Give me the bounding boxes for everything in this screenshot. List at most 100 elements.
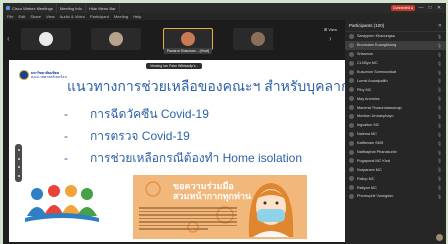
maximize-button[interactable]: □ — [427, 5, 433, 11]
menu-share[interactable]: Share — [30, 14, 41, 19]
avatar — [109, 32, 123, 46]
participant-name: Montion Ururanphayo — [357, 114, 394, 119]
participant-row[interactable]: May Anomics 🎙 — [345, 94, 446, 103]
participant-name: Kaiffaman SMS — [357, 141, 384, 146]
menu-audio-video[interactable]: Audio & Video — [60, 14, 85, 19]
chevron-left-icon[interactable]: ‹ — [7, 34, 10, 43]
participant-name: Natthaphat Phanakurlin — [357, 150, 397, 155]
microphone-icon[interactable]: 🎙 — [437, 87, 442, 92]
participant-row[interactable]: Ingvaiton MC 🎙 — [345, 121, 446, 130]
video-tile[interactable] — [21, 28, 71, 50]
menu-file[interactable]: File — [7, 14, 13, 19]
microphone-icon[interactable]: 🎙 — [437, 123, 442, 128]
user-icon — [349, 105, 354, 111]
close-button[interactable]: ✕ — [436, 5, 442, 11]
annotation-toolbar-handle[interactable] — [15, 144, 22, 182]
video-tile-active-speaker[interactable]: Pawarut Sinsuwan ...(Host) — [163, 28, 213, 54]
participant-row[interactable]: Pallop MC 🎙 — [345, 174, 446, 183]
avatar — [251, 32, 265, 46]
participant-name: Pallop MC — [357, 176, 375, 181]
participant-row[interactable]: Lumst Anuwipalith 🎙 — [345, 76, 446, 85]
webex-icon — [6, 6, 10, 10]
participant-name: Pihy MC — [357, 87, 372, 92]
menu-participant[interactable]: Participant — [90, 14, 109, 19]
minimize-button[interactable]: — — [418, 5, 424, 11]
microphone-icon[interactable]: 🎙 — [437, 43, 442, 48]
user-icon — [349, 33, 354, 39]
tab-hide-menu[interactable]: Hide Menu Bar — [86, 3, 120, 13]
video-tile[interactable] — [91, 28, 141, 50]
microphone-icon[interactable]: 🎙 — [437, 158, 442, 163]
title-bar: Cisco Webex Meetings Meeting Info Hide M… — [3, 3, 446, 13]
participant-row[interactable]: Kaiffaman SMS 🎙 — [345, 139, 446, 148]
user-icon — [349, 51, 354, 57]
microphone-icon[interactable]: 🎙 — [437, 96, 442, 101]
microphone-icon[interactable]: 🎙 — [437, 132, 442, 137]
video-strip: ‹ Pawarut Sinsuwan ...(Host) › ⊞ View — [3, 20, 345, 60]
slide-title: แนวทางการช่วยเหลือของคณะฯ สำหรับบุคลากร — [67, 78, 345, 94]
avatar[interactable] — [436, 234, 443, 241]
chevron-right-icon[interactable]: › — [329, 34, 332, 43]
participant-list: Sarayporn Khaoungsa 🎙 Boonsiam Kuanghkong 🎙… — [345, 32, 446, 201]
connection-status-badge: Connected ● — [391, 5, 415, 11]
participant-row[interactable]: Pogaporal MC Kind 🎙 — [345, 156, 446, 165]
participant-row[interactable]: Montion Ururanphayo 🎙 — [345, 112, 446, 121]
user-icon — [349, 158, 354, 164]
close-icon[interactable]: ✕ — [438, 23, 442, 29]
menu-help[interactable]: Help — [133, 14, 141, 19]
microphone-icon[interactable]: 🎙 — [437, 176, 442, 181]
participant-row[interactable]: Manerat Thasornlaaromap 🎙 — [345, 103, 446, 112]
menu-view[interactable]: View — [46, 14, 55, 19]
user-icon — [349, 149, 354, 155]
avatar — [181, 32, 195, 46]
menu-bar: File Edit Share View Audio & Video Parti… — [3, 13, 446, 20]
participant-row[interactable]: Nalema MC 🎙 — [345, 130, 446, 139]
view-layout-button[interactable]: ⊞ View — [324, 27, 337, 32]
microphone-icon[interactable]: 🎙 — [437, 34, 442, 39]
participant-row[interactable]: Ratiyan MC 🎙 — [345, 183, 446, 192]
microphone-icon[interactable]: 🎙 — [437, 105, 442, 110]
participant-row[interactable]: Boonsiam Kuanghkong 🎙 — [345, 40, 446, 50]
participant-row[interactable]: Srisamon 🎙 — [345, 50, 446, 59]
participant-row[interactable]: Natthaphat Phanakurlin 🎙 — [345, 148, 446, 157]
tab-meeting-info[interactable]: Meeting Info — [57, 3, 86, 13]
speaker-name-label: Pawarut Sinsuwan ...(Host) — [163, 48, 213, 54]
microphone-icon[interactable]: 🎙 — [437, 70, 442, 75]
microphone-icon[interactable]: 🎙 — [437, 150, 442, 155]
participant-row[interactable]: CLN5yo MC 🎙 — [345, 59, 446, 68]
participant-name: Kusumon Somnoowkat — [357, 70, 397, 74]
participant-name: Pogaporal MC Kind — [357, 158, 390, 163]
viewing-share-badge: Viewing Ian Palm Wibisadip's... — [146, 63, 203, 69]
user-icon — [349, 96, 354, 102]
participant-name: Ratiyan MC — [357, 185, 377, 190]
microphone-icon[interactable]: 🎙 — [437, 61, 442, 66]
desktop-frame: Cisco Webex Meetings Meeting Info Hide M… — [0, 0, 448, 244]
seal-icon — [19, 70, 29, 80]
participant-row[interactable]: Pihy MC 🎙 — [345, 85, 446, 94]
people-group-illustration — [25, 185, 99, 222]
avatar — [39, 32, 53, 46]
microphone-icon[interactable]: 🎙 — [437, 78, 442, 83]
user-icon — [349, 176, 354, 182]
menu-edit[interactable]: Edit — [18, 14, 25, 19]
video-tile-empty — [273, 28, 323, 50]
microphone-icon[interactable]: 🎙 — [437, 167, 442, 172]
menu-meeting[interactable]: Meeting — [114, 14, 128, 19]
microphone-icon[interactable]: 🎙 — [437, 114, 442, 119]
participant-name: Manerat Thasornlaaromap — [357, 105, 402, 110]
user-icon — [349, 42, 354, 48]
microphone-icon[interactable]: 🎙 — [437, 141, 442, 146]
microphone-icon[interactable]: 🎙 — [437, 194, 442, 199]
participant-row[interactable]: Sarayporn Khaoungsa 🎙 — [345, 32, 446, 41]
microphone-icon[interactable]: 🎙 — [437, 185, 442, 190]
microphone-icon[interactable]: 🎙 — [437, 52, 442, 57]
user-icon — [349, 167, 354, 173]
participant-row[interactable]: Phornuphit Vuongsiru 🎙 — [345, 192, 446, 201]
bullet-item: - การฉีดวัคซีน Covid-19 — [64, 107, 209, 121]
tab-webex[interactable]: Cisco Webex Meetings — [3, 3, 57, 13]
mask-poster: ขอความร่วมมือ สวมหน้ากากทุกท่าน — [133, 175, 307, 239]
participant-row[interactable]: Nurpanam MC 🎙 — [345, 165, 446, 174]
bullet-item: - การตรวจ Covid-19 — [64, 129, 190, 143]
participant-row[interactable]: Kusumon Somnoowkat 🎙 — [345, 68, 446, 77]
participant-name: Lumst Anuwipalith — [357, 78, 388, 83]
